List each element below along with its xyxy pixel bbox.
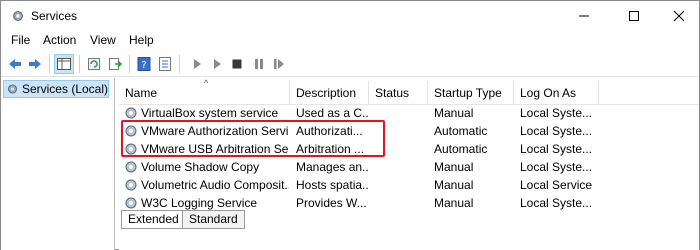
cell-name: VMware Authorization Servi...: [141, 124, 289, 138]
properties-button[interactable]: [155, 54, 175, 74]
close-icon: [673, 10, 685, 22]
console-tree-icon: [57, 58, 71, 70]
service-gear-icon: [125, 125, 137, 137]
maximize-button[interactable]: [611, 1, 657, 31]
export-button[interactable]: [105, 54, 125, 74]
cell-status: [375, 140, 427, 158]
play-alt-icon: [214, 59, 221, 69]
cell-description: Arbitration ...: [296, 142, 365, 156]
console-tree-button[interactable]: [54, 54, 74, 74]
table-row[interactable]: Volume Shadow Copy Manages an... Manual …: [119, 158, 699, 176]
cell-startup-type: Manual: [434, 160, 474, 174]
title-bar: Services: [1, 1, 699, 31]
cell-name: VirtualBox system service: [141, 106, 279, 120]
export-icon: [109, 58, 123, 70]
column-header-log-on-as[interactable]: Log On As: [514, 81, 599, 105]
cell-description: Authorizati...: [296, 124, 363, 138]
help-icon: ?: [137, 57, 151, 71]
menu-help[interactable]: Help: [127, 33, 156, 47]
help-button[interactable]: ?: [134, 54, 154, 74]
pause-icon: [255, 59, 263, 69]
table-row[interactable]: VMware Authorization Servi... Authorizat…: [119, 122, 699, 140]
cell-startup-type: Automatic: [434, 142, 488, 156]
list-header: Name Description Status Startup Type Log…: [119, 81, 699, 105]
cell-description: Manages an...: [296, 160, 368, 174]
cell-log-on-as: Local Syste...: [520, 142, 593, 156]
cell-status: [375, 122, 427, 140]
service-gear-icon: [125, 197, 137, 209]
menu-bar: File Action View Help: [1, 31, 699, 51]
restart-icon: [274, 59, 284, 69]
gear-icon: [13, 11, 23, 21]
stop-icon: [232, 59, 242, 69]
restart-service-button[interactable]: [269, 54, 289, 74]
tab-extended[interactable]: Extended: [121, 210, 186, 229]
column-header-description[interactable]: Description: [290, 81, 369, 105]
cell-name: Volumetric Audio Composit...: [141, 178, 289, 192]
menu-file[interactable]: File: [9, 33, 32, 47]
column-header-name[interactable]: Name: [119, 81, 290, 105]
cell-log-on-as: Local Syste...: [520, 106, 593, 120]
toolbar: ?: [1, 51, 699, 77]
close-button[interactable]: [656, 1, 700, 31]
service-gear-icon: [125, 143, 137, 155]
cell-name: Volume Shadow Copy: [141, 160, 260, 174]
refresh-icon: [88, 58, 100, 70]
table-row[interactable]: VMware USB Arbitration Ser... Arbitratio…: [119, 140, 699, 158]
window-title: Services: [31, 9, 78, 23]
back-button[interactable]: [5, 54, 25, 74]
tree-item-services-local[interactable]: Services (Local): [3, 80, 109, 98]
tab-standard[interactable]: Standard: [182, 210, 245, 229]
cell-startup-type: Manual: [434, 178, 474, 192]
tree-item-label: Services (Local): [21, 82, 108, 96]
properties-icon: [159, 57, 171, 71]
cell-startup-type: Manual: [434, 106, 474, 120]
pause-service-button[interactable]: [249, 54, 269, 74]
service-gear-icon: [125, 179, 137, 191]
gear-icon: [7, 84, 18, 94]
services-window: Services File Action View Help ? Service…: [0, 0, 700, 250]
toolbar-separator: [179, 55, 180, 73]
service-gear-icon: [125, 161, 137, 173]
table-row[interactable]: VirtualBox system service Used as a C...…: [119, 104, 699, 122]
back-arrow-icon: [9, 59, 21, 69]
svg-text:?: ?: [141, 60, 146, 71]
menu-view[interactable]: View: [88, 33, 118, 47]
table-row[interactable]: Volumetric Audio Composit... Hosts spati…: [119, 176, 699, 194]
column-header-status[interactable]: Status: [369, 81, 428, 105]
maximize-icon: [629, 11, 639, 21]
forward-arrow-icon: [29, 59, 41, 69]
cell-status: [375, 104, 427, 122]
minimize-button[interactable]: [561, 1, 607, 31]
cell-log-on-as: Local Syste...: [520, 124, 593, 138]
column-header-startup-type[interactable]: Startup Type: [428, 81, 514, 105]
menu-action[interactable]: Action: [41, 33, 78, 47]
console-tree-pane: Services (Local): [1, 78, 115, 250]
refresh-button[interactable]: [84, 54, 104, 74]
view-tabs: Extended Standard: [119, 210, 699, 230]
cell-log-on-as: Local Service: [520, 178, 593, 192]
toolbar-separator: [49, 55, 50, 73]
minimize-icon: [579, 15, 589, 17]
cell-description: Used as a C...: [296, 106, 368, 120]
cell-status: [375, 176, 427, 194]
forward-button[interactable]: [25, 54, 45, 74]
cell-description: Hosts spatia...: [296, 178, 368, 192]
start-service-button[interactable]: [187, 54, 207, 74]
stop-service-button[interactable]: [227, 54, 247, 74]
toolbar-separator: [79, 55, 80, 73]
cell-log-on-as: Local Syste...: [520, 160, 593, 174]
cell-startup-type: Automatic: [434, 124, 488, 138]
toolbar-separator: [129, 55, 130, 73]
cell-status: [375, 158, 427, 176]
play-icon: [194, 59, 201, 69]
start-service-alt-button[interactable]: [207, 54, 227, 74]
cell-name: VMware USB Arbitration Ser...: [141, 142, 289, 156]
service-gear-icon: [125, 107, 137, 119]
